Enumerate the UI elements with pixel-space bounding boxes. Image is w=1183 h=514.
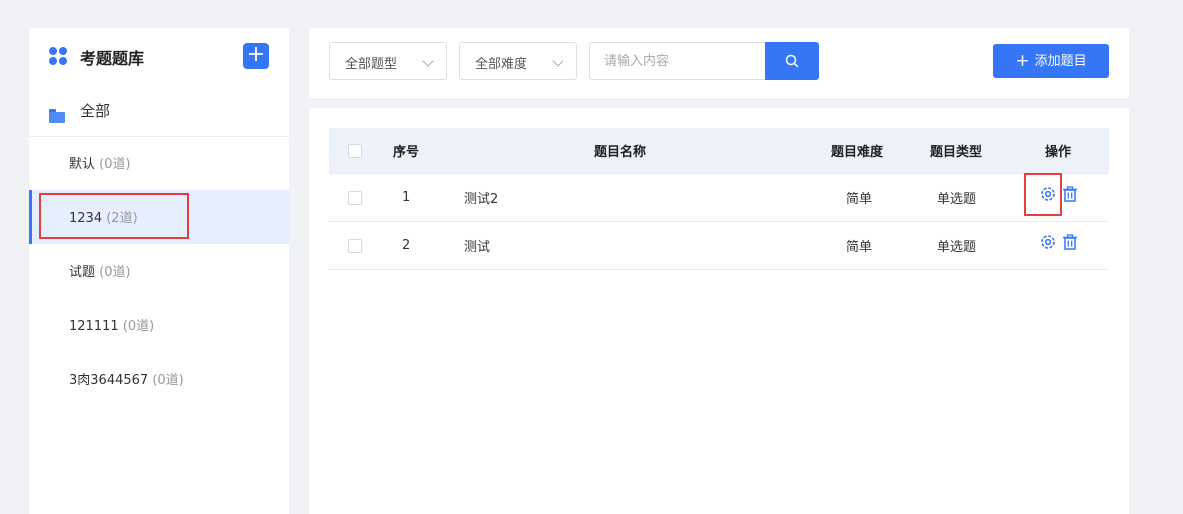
sidebar-item-questions[interactable]: 试题 (0道): [29, 244, 289, 298]
sidebar-item-121111[interactable]: 121111 (0道): [29, 298, 289, 352]
sidebar-item-count: (2道): [106, 211, 138, 226]
table-row: 1 测试2 简单 单选题: [329, 174, 1109, 222]
row-index: 2: [402, 238, 411, 253]
sidebar-item-all[interactable]: 全部: [29, 96, 289, 137]
content-panel: 序号 题目名称 题目难度 题目类型 操作 1 测试2 简单 单选题 2 测试 简…: [309, 108, 1129, 514]
row-type: 单选题: [937, 192, 977, 207]
sidebar-item-count: (0道): [122, 319, 155, 334]
sidebar-item-count: (0道): [152, 373, 184, 388]
plus-icon: +: [1015, 51, 1030, 71]
sidebar-item-label: 试题: [69, 265, 96, 280]
sidebar-item-1234[interactable]: 1234 (2道): [29, 190, 289, 244]
sidebar-item-default[interactable]: 默认 (0道): [29, 136, 289, 190]
toolbar: 全部题型 全部难度 + 添加题目: [309, 28, 1129, 98]
table-row: 2 测试 简单 单选题: [329, 222, 1109, 270]
sidebar: 考题题库 + 全部 默认 (0道) 1234 (2道) 试题 (0道) 1211…: [29, 28, 289, 514]
sidebar-item-label: 1234: [69, 211, 103, 226]
search-input[interactable]: [589, 42, 767, 80]
difficulty-select[interactable]: 全部难度: [459, 42, 577, 80]
search-icon: [785, 54, 799, 68]
row-checkbox[interactable]: [348, 190, 362, 205]
question-type-value: 全部题型: [345, 57, 398, 72]
add-question-label: 添加题目: [1034, 54, 1087, 69]
sidebar-title: 考题题库: [80, 49, 145, 68]
sidebar-item-count: (0道): [99, 157, 131, 172]
sidebar-item-3rou[interactable]: 3肉3644567 (0道): [29, 352, 289, 406]
sidebar-item-label: 默认: [69, 157, 96, 172]
add-category-button[interactable]: +: [243, 43, 269, 69]
chevron-down-icon: [552, 55, 564, 67]
sidebar-item-label: 3肉3644567: [69, 373, 149, 388]
header-name: 题目名称: [594, 145, 647, 160]
apps-icon: [49, 47, 67, 65]
table-header: 序号 题目名称 题目难度 题目类型 操作: [329, 128, 1109, 174]
settings-icon[interactable]: [1039, 233, 1057, 251]
row-name: 测试: [464, 240, 491, 255]
plus-icon: +: [246, 42, 266, 67]
chevron-down-icon: [422, 55, 434, 67]
row-name: 测试2: [464, 192, 499, 207]
settings-icon[interactable]: [1039, 185, 1057, 203]
row-difficulty: 简单: [846, 192, 873, 207]
header-difficulty: 题目难度: [831, 145, 884, 160]
folder-icon: [49, 109, 65, 123]
add-question-button[interactable]: + 添加题目: [993, 44, 1109, 78]
header-index: 序号: [393, 145, 420, 160]
sidebar-all-label: 全部: [80, 102, 111, 120]
question-table: 序号 题目名称 题目难度 题目类型 操作 1 测试2 简单 单选题 2 测试 简…: [329, 128, 1109, 270]
search-button[interactable]: [765, 42, 819, 80]
delete-icon[interactable]: [1061, 185, 1079, 203]
sidebar-item-label: 121111: [69, 319, 119, 334]
sidebar-header: 考题题库 +: [29, 28, 289, 84]
row-checkbox[interactable]: [348, 238, 362, 253]
header-actions: 操作: [1045, 145, 1072, 160]
question-type-select[interactable]: 全部题型: [329, 42, 447, 80]
difficulty-value: 全部难度: [475, 57, 528, 72]
row-index: 1: [402, 190, 411, 205]
sidebar-item-count: (0道): [99, 265, 131, 280]
header-type: 题目类型: [930, 145, 983, 160]
select-all-checkbox[interactable]: [348, 143, 362, 158]
row-type: 单选题: [937, 240, 977, 255]
row-difficulty: 简单: [846, 240, 873, 255]
delete-icon[interactable]: [1061, 233, 1079, 251]
